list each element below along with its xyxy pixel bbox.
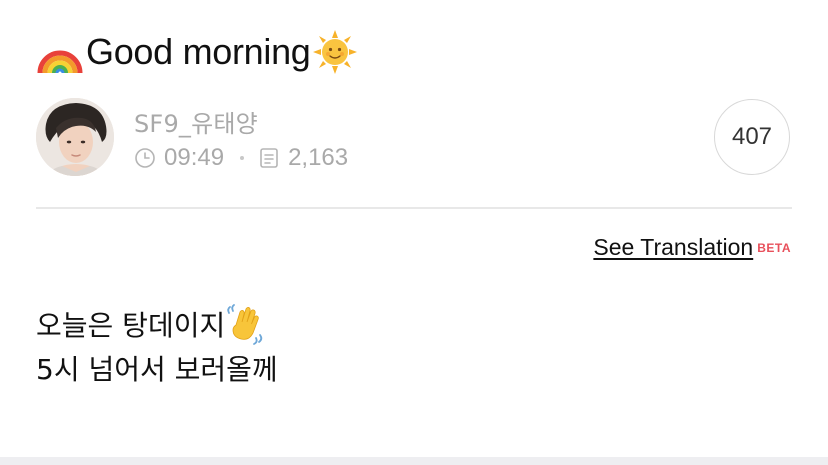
sun-with-face-icon (312, 30, 357, 74)
view-count: 2,163 (288, 144, 349, 171)
body-line: 5시 넘어서 보러올께 (36, 346, 278, 390)
separator-dot (240, 156, 245, 160)
beta-badge: BETA (757, 241, 791, 255)
body-line: 오늘은 탕데이지 (36, 302, 278, 346)
bottom-bar (0, 457, 828, 465)
translation-control: See Translation BETA (593, 234, 791, 261)
post-meta: 09:49 2,163 (134, 142, 348, 174)
body-line-text: 오늘은 탕데이지 (36, 309, 226, 342)
clock-icon (135, 148, 155, 168)
waving-hand-icon (227, 304, 263, 345)
post-body: 오늘은 탕데이지 5시 넘어서 보러올께 (36, 302, 278, 390)
avatar[interactable] (36, 98, 114, 176)
body-line-text: 5시 넘어서 보러올께 (36, 353, 278, 386)
rainbow-icon (37, 50, 83, 74)
post-title-text: Good morning (86, 31, 311, 72)
see-translation-link[interactable]: See Translation (593, 234, 753, 261)
divider (36, 207, 792, 209)
post-title: Good morning (36, 28, 357, 76)
like-count-button[interactable]: 407 (714, 99, 790, 175)
post-time: 09:49 (164, 144, 225, 171)
profile-photo (36, 98, 114, 176)
author-name[interactable]: SF9_유태양 (134, 104, 258, 139)
document-icon (260, 148, 278, 168)
